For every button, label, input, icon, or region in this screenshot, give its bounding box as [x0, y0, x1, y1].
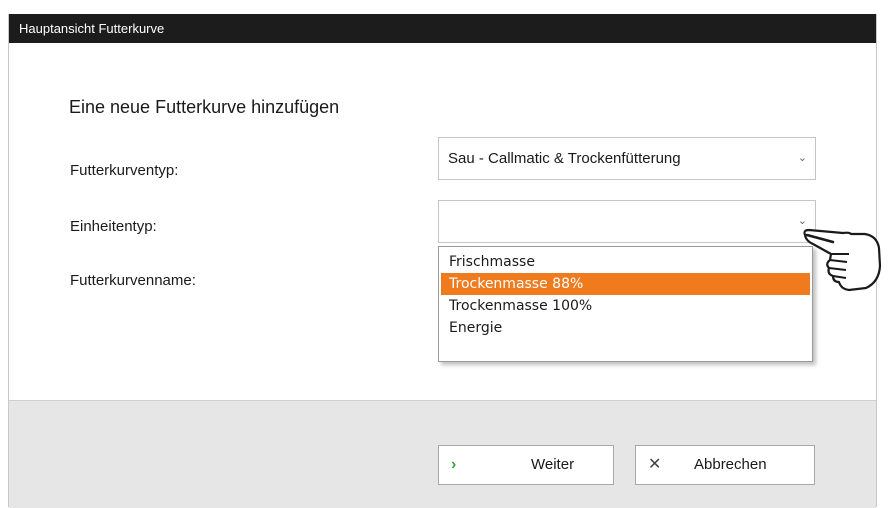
- unit-type-dropdown-list: Frischmasse Trockenmasse 88% Trockenmass…: [438, 246, 813, 362]
- page-title: Eine neue Futterkurve hinzufügen: [69, 97, 340, 117]
- cancel-button[interactable]: ✕ Abbrechen: [635, 445, 815, 485]
- dialog-footer: › Weiter ✕ Abbrechen: [9, 400, 876, 508]
- pointing-hand-icon: [803, 228, 882, 292]
- dialog-window: Hauptansicht Futterkurve Eine neue Futte…: [8, 14, 877, 508]
- chevron-right-icon: ›: [451, 456, 457, 473]
- cancel-button-label: Abbrechen: [694, 456, 767, 473]
- curve-type-label: Futterkurventyp:: [70, 162, 179, 179]
- unit-type-select[interactable]: ⌄: [438, 200, 816, 243]
- curve-name-label: Futterkurvenname:: [70, 272, 196, 289]
- unit-type-label: Einheitentyp:: [70, 218, 157, 235]
- curve-type-select[interactable]: Sau - Callmatic & Trockenfütterung ⌄: [438, 137, 816, 180]
- next-button[interactable]: › Weiter: [438, 445, 614, 485]
- next-button-label: Weiter: [531, 456, 575, 473]
- close-icon: ✕: [648, 456, 662, 473]
- dropdown-option-frischmasse[interactable]: Frischmasse: [441, 251, 810, 273]
- window-title: Hauptansicht Futterkurve: [9, 14, 876, 43]
- curve-type-value: Sau - Callmatic & Trockenfütterung: [448, 150, 681, 167]
- chevron-down-icon: ⌄: [797, 152, 807, 164]
- dropdown-option-energie[interactable]: Energie: [441, 317, 810, 339]
- dropdown-option-trockenmasse-100[interactable]: Trockenmasse 100%: [441, 295, 810, 317]
- dropdown-option-trockenmasse-88[interactable]: Trockenmasse 88%: [441, 273, 810, 295]
